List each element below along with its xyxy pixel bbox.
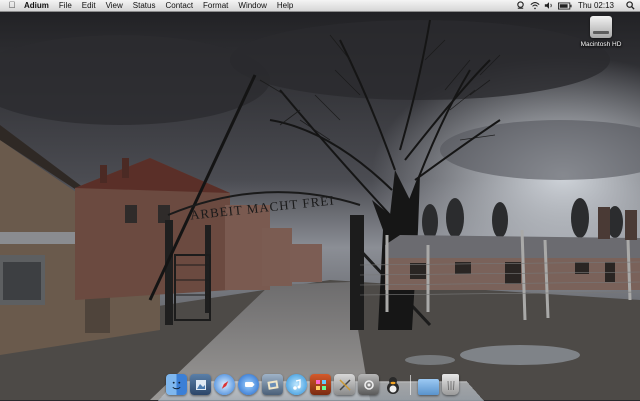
menu-view[interactable]: View xyxy=(101,0,128,11)
apple-icon[interactable]:  xyxy=(5,0,19,11)
volume-icon[interactable] xyxy=(542,0,556,11)
adium-icon[interactable] xyxy=(382,374,403,395)
dock-separator xyxy=(410,375,411,395)
battery-icon[interactable] xyxy=(556,0,574,11)
wifi-icon[interactable] xyxy=(528,0,542,11)
hard-drive-label[interactable]: Macintosh HD xyxy=(581,41,622,48)
hard-drive-icon[interactable] xyxy=(590,16,612,38)
finder-icon[interactable] xyxy=(166,374,187,395)
folder-icon[interactable] xyxy=(418,379,439,395)
menu-edit[interactable]: Edit xyxy=(77,0,101,11)
menu-bar:  Adium File Edit View Status Contact Fo… xyxy=(0,0,640,12)
desktop-wallpaper: ARBEIT MACHT FREI xyxy=(0,0,640,400)
photo-booth-icon[interactable] xyxy=(310,374,331,395)
menu-contact[interactable]: Contact xyxy=(160,0,198,11)
menu-window[interactable]: Window xyxy=(233,0,271,11)
preview-icon[interactable] xyxy=(190,374,211,395)
itunes-icon[interactable] xyxy=(286,374,307,395)
trash-icon[interactable] xyxy=(442,374,459,395)
menu-status[interactable]: Status xyxy=(128,0,161,11)
utilities-icon[interactable] xyxy=(334,374,355,395)
menu-clock[interactable]: Thu 02:13 xyxy=(574,0,622,11)
system-preferences-icon[interactable] xyxy=(358,374,379,395)
spotlight-search-icon[interactable] xyxy=(622,0,638,11)
ichat-icon[interactable] xyxy=(238,374,259,395)
menu-help[interactable]: Help xyxy=(272,0,298,11)
adium-duck-icon[interactable] xyxy=(514,0,528,11)
macintosh-hd-desktop-item[interactable]: Macintosh HD xyxy=(575,16,627,48)
dock xyxy=(166,369,476,395)
menu-format[interactable]: Format xyxy=(198,0,233,11)
menu-extras: Thu 02:13 xyxy=(514,0,640,11)
iphoto-icon[interactable] xyxy=(262,374,283,395)
menu-app-name[interactable]: Adium xyxy=(19,0,54,11)
safari-icon[interactable] xyxy=(214,374,235,395)
menu-file[interactable]: File xyxy=(54,0,77,11)
